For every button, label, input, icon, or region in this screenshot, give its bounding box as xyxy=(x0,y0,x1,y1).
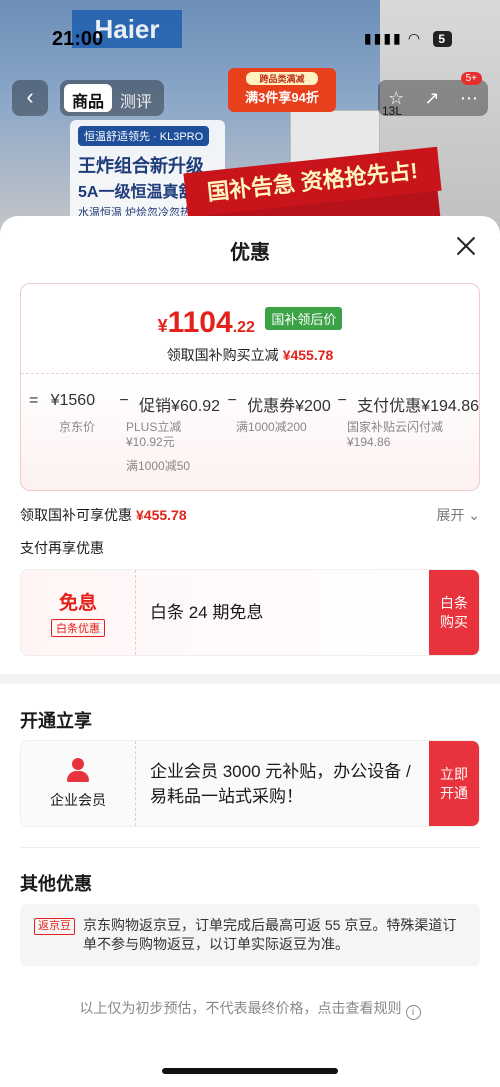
baitiao-card[interactable]: 免息 白条优惠 白条 24 期免息 白条 购买 xyxy=(20,569,480,656)
pay-again-label: 支付再享优惠 xyxy=(20,540,104,556)
subsidy-amount: ¥455.78 xyxy=(136,507,187,523)
subsidy-label: 领取国补可享优惠 xyxy=(20,507,132,523)
sheet-title: 优惠 xyxy=(230,242,270,264)
formula-payment: 支付优惠¥194.86 xyxy=(357,398,480,415)
clock: 21:00 xyxy=(52,28,104,50)
close-icon[interactable] xyxy=(454,234,478,258)
status-bar: 21:00 ▮▮▮▮ ◠ 5 xyxy=(0,26,500,56)
formula-sub-jd: 京东价 xyxy=(59,420,96,434)
nav-tabs: 商品 测评 xyxy=(60,80,165,116)
divider xyxy=(21,373,479,374)
formula-op: = xyxy=(29,392,39,409)
favorite-star-icon[interactable]: ☆ xyxy=(388,88,404,109)
discount-sheet: 优惠 ¥1104.22 国补领后价 领取国补购买立减 ¥455.78 = ¥156… xyxy=(0,216,500,1087)
rules-footnote[interactable]: 以上仅为初步预估，不代表最终价格，点击查看规则 i xyxy=(0,998,500,1020)
share-icon[interactable]: ↗ xyxy=(425,88,440,109)
claim-row: 领取国补购买立减 ¥455.78 xyxy=(21,345,479,365)
nav-actions: ☆ ↗ ⋯ 5+ xyxy=(378,72,488,116)
formula-op: − xyxy=(227,392,237,409)
formula-sub-coupon: 满1000减200 xyxy=(236,420,307,434)
expand-button[interactable]: 展开 ⌄ xyxy=(436,505,480,525)
baitiao-left: 免息 白条优惠 xyxy=(21,570,136,655)
more-icon[interactable]: ⋯ xyxy=(460,88,478,109)
person-icon xyxy=(66,757,90,782)
formula-op: − xyxy=(119,392,129,409)
subsidy-summary-row: 领取国补可享优惠 ¥455.78 展开 ⌄ xyxy=(20,505,480,525)
product-navbar: ‹ 商品 测评 ☆ ↗ ⋯ 5+ xyxy=(0,72,500,120)
interest-free-title: 免息 xyxy=(58,593,97,614)
price-integer: 1104 xyxy=(167,306,233,339)
return-beans-text: 京东购物返京豆，订单完成后最高可返 55 京豆。特殊渠道订单不参与购物返豆，以订… xyxy=(83,917,457,952)
message-badge: 5+ xyxy=(460,72,482,85)
back-button[interactable]: ‹ xyxy=(12,80,48,116)
enterprise-left: 企业会员 xyxy=(21,741,136,826)
return-beans-tag: 返京豆 xyxy=(34,918,75,935)
enterprise-card[interactable]: 企业会员 企业会员 3000 元补贴，办公设备 / 易耗品一站式采购！ 立即 开… xyxy=(20,740,480,827)
formula-promo: 促销¥60.92 xyxy=(139,398,220,415)
tab-review[interactable]: 测评 xyxy=(112,84,160,112)
formula-coupon: 优惠券¥200 xyxy=(247,398,331,415)
enterprise-text: 企业会员 3000 元补贴，办公设备 / 易耗品一站式采购！ xyxy=(150,761,411,806)
enterprise-open-button[interactable]: 立即 开通 xyxy=(429,741,479,826)
formula-sub-payment: 国家补贴云闪付减 ¥194.86 xyxy=(347,420,444,449)
other-section-title: 其他优惠 xyxy=(20,874,92,894)
claim-amount: ¥455.78 xyxy=(282,347,334,363)
baitiao-tag: 白条优惠 xyxy=(51,619,105,637)
return-beans-card: 返京豆 京东购物返京豆，订单完成后最高可返 55 京豆。特殊渠道订单不参与购物返… xyxy=(20,904,480,966)
signal-icon: ▮▮▮▮ xyxy=(363,30,403,46)
open-section-title: 开通立享 xyxy=(20,711,92,731)
baitiao-buy-button[interactable]: 白条 购买 xyxy=(429,570,479,655)
footnote-text: 以上仅为初步预估，不代表最终价格，点击查看规则 xyxy=(79,1000,402,1016)
wifi-icon: ◠ xyxy=(408,30,422,46)
battery-icon: 5 xyxy=(433,31,452,47)
price-currency: ¥ xyxy=(157,316,168,336)
product-tag: 恒温舒适领先 · KL3PRO xyxy=(78,126,210,146)
home-indicator xyxy=(162,1068,338,1074)
price-breakdown-card: ¥1104.22 国补领后价 领取国补购买立减 ¥455.78 = ¥1560 −… xyxy=(20,283,480,491)
final-price-row: ¥1104.22 国补领后价 xyxy=(21,306,479,340)
final-price: ¥1104.22 xyxy=(158,306,255,339)
formula-sub-plus: PLUS立减 ¥10.92元 xyxy=(126,420,182,449)
section-gap xyxy=(0,674,500,684)
price-decimal: .22 xyxy=(232,319,255,336)
divider xyxy=(20,847,480,848)
tab-product[interactable]: 商品 xyxy=(64,84,113,112)
gov-subsidy-tag: 国补领后价 xyxy=(265,307,343,330)
enterprise-label: 企业会员 xyxy=(50,791,106,808)
formula-jd-price: ¥1560 xyxy=(50,392,96,409)
info-icon[interactable]: i xyxy=(405,1005,421,1020)
claim-label: 领取国补购买立减 xyxy=(166,347,279,363)
formula-sub-promo2: 满1000减50 xyxy=(126,459,191,473)
price-formula: = ¥1560 − 促销¥60.92 − 优惠券¥200 − 支付优惠¥194.… xyxy=(29,392,480,473)
status-icons: ▮▮▮▮ ◠ 5 xyxy=(364,30,452,47)
formula-op: − xyxy=(337,392,347,409)
baitiao-text: 白条 24 期免息 xyxy=(150,603,264,622)
